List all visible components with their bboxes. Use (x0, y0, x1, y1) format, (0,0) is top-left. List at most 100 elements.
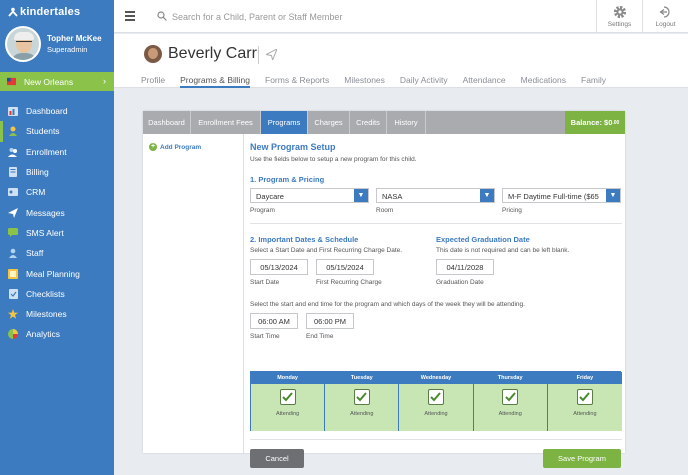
divider (258, 46, 259, 64)
day-wednesday[interactable]: Wednesday Attending (399, 372, 474, 431)
kindertales-logo-icon (8, 7, 18, 17)
settings-label: Settings (607, 21, 632, 28)
section-divider (250, 439, 622, 440)
sidebar-item-analytics[interactable]: Analytics (0, 324, 114, 344)
settings-button[interactable]: Settings (596, 0, 642, 33)
add-program-label: Add Program (160, 143, 202, 151)
room-select[interactable]: NASA ▼ (376, 188, 495, 203)
graduation-title: Expected Graduation Date (436, 235, 530, 244)
sidebar-item-meal-planning[interactable]: Meal Planning (0, 263, 114, 283)
day-status: Attending (498, 411, 522, 417)
sidebar-item-billing[interactable]: Billing (0, 162, 114, 182)
program-value: Daycare (256, 192, 284, 201)
logout-button[interactable]: Logout (642, 0, 688, 33)
search-input[interactable] (172, 9, 472, 24)
profile-header: Beverly Carr Profile Programs & Billing … (114, 34, 688, 88)
sidebar-item-dashboard[interactable]: Dashboard (0, 101, 114, 121)
day-monday[interactable]: Monday Attending (251, 372, 326, 431)
form-title: New Program Setup (250, 142, 336, 152)
balance-label: Balance: $0 (570, 118, 613, 127)
panel-tab-programs[interactable]: Programs (261, 111, 308, 134)
cancel-button[interactable]: Cancel (250, 449, 304, 468)
end-time-label: End Time (306, 333, 334, 340)
logout-label: Logout (655, 21, 676, 28)
add-program-button[interactable]: + Add Program (149, 143, 201, 151)
tab-forms-reports[interactable]: Forms & Reports (265, 75, 329, 88)
billing-icon (8, 167, 18, 178)
first-charge-field[interactable]: 05/15/2024 (316, 259, 374, 275)
graduation-date-field[interactable]: 04/11/2028 (436, 259, 494, 275)
pricing-select[interactable]: M-F Daytime Full-time ($65 ▼ (502, 188, 621, 203)
chevron-down-icon: ▼ (480, 189, 494, 202)
brand-logo[interactable]: kindertales (0, 0, 114, 24)
messages-icon (8, 207, 18, 218)
time-hint: Select the start and end time for the pr… (250, 301, 525, 308)
checkbox-checked-icon[interactable] (279, 389, 296, 405)
search-icon (157, 11, 167, 21)
sidebar-nav: Dashboard Students Enrollment Billing CR… (0, 101, 114, 345)
sidebar-item-sms-alert[interactable]: SMS Alert (0, 223, 114, 243)
day-thursday[interactable]: Thursday Attending (473, 372, 548, 431)
day-status: Attending (424, 411, 448, 417)
user-profile[interactable]: Topher McKee Superadmin (0, 24, 114, 68)
panel-tab-charges[interactable]: Charges (308, 111, 350, 134)
tab-attendance[interactable]: Attendance (463, 75, 506, 88)
graduation-date-label: Graduation Date (436, 279, 484, 286)
dashboard-icon (8, 106, 18, 116)
section-dates-schedule: 2. Important Dates & Schedule (250, 235, 359, 244)
sidebar-item-messages[interactable]: Messages (0, 202, 114, 222)
sidebar-item-crm[interactable]: CRM (0, 182, 114, 202)
tab-programs-billing[interactable]: Programs & Billing (180, 75, 251, 88)
child-name: Beverly Carr (168, 45, 257, 62)
checkbox-checked-icon[interactable] (427, 389, 444, 405)
checkbox-checked-icon[interactable] (502, 389, 519, 405)
tab-medications[interactable]: Medications (521, 75, 566, 88)
avatar (5, 26, 41, 62)
tab-daily-activity[interactable]: Daily Activity (400, 75, 448, 88)
panel-tab-dashboard[interactable]: Dashboard (143, 111, 191, 134)
sidebar-item-label: Meal Planning (26, 268, 80, 279)
checkbox-checked-icon[interactable] (576, 389, 593, 405)
tab-milestones[interactable]: Milestones (344, 75, 385, 88)
panel-tab-enrollment-fees[interactable]: Enrollment Fees (191, 111, 261, 134)
start-time-field[interactable]: 06:00 AM (250, 313, 298, 329)
sidebar-item-milestones[interactable]: Milestones (0, 304, 114, 324)
day-tuesday[interactable]: Tuesday Attending (325, 372, 400, 431)
panel-tab-history[interactable]: History (387, 111, 426, 134)
logout-icon (658, 6, 670, 18)
profile-tabs: Profile Programs & Billing Forms & Repor… (141, 75, 621, 88)
sidebar-item-label: Checklists (26, 288, 65, 299)
chevron-right-icon: › (103, 76, 106, 86)
tab-profile[interactable]: Profile (141, 75, 165, 88)
sidebar-item-enrollment[interactable]: Enrollment (0, 142, 114, 162)
day-name: Monday (251, 372, 325, 384)
location-selector[interactable]: New Orleans › (0, 72, 114, 91)
menu-icon[interactable] (125, 11, 135, 21)
room-value: NASA (382, 192, 403, 201)
weekday-grid: Monday Attending Tuesday Attending Wedne… (250, 371, 622, 431)
sidebar-item-students[interactable]: Students (0, 121, 114, 142)
panel-tab-credits[interactable]: Credits (350, 111, 387, 134)
checklist-icon (8, 288, 18, 299)
child-avatar (144, 45, 162, 63)
sidebar-item-checklists[interactable]: Checklists (0, 284, 114, 304)
balance-badge: Balance: $0.00 (565, 111, 625, 134)
gear-icon (613, 5, 626, 19)
pricing-value: M-F Daytime Full-time ($65 (508, 192, 599, 201)
program-panel: Dashboard Enrollment Fees Programs Charg… (143, 111, 625, 468)
start-date-field[interactable]: 05/13/2024 (250, 259, 308, 275)
day-name: Tuesday (325, 372, 399, 384)
panel-tabs: Dashboard Enrollment Fees Programs Charg… (143, 111, 625, 134)
sidebar-item-staff[interactable]: Staff (0, 243, 114, 263)
chevron-down-icon: ▼ (606, 189, 620, 202)
program-select[interactable]: Daycare ▼ (250, 188, 369, 203)
checkbox-checked-icon[interactable] (353, 389, 370, 405)
send-message-icon[interactable] (266, 49, 277, 60)
end-time-field[interactable]: 06:00 PM (306, 313, 354, 329)
tab-family[interactable]: Family (581, 75, 606, 88)
dates-hint: Select a Start Date and First Recurring … (250, 247, 403, 254)
save-program-button[interactable]: Save Program (543, 449, 621, 468)
day-friday[interactable]: Friday Attending (547, 372, 622, 431)
day-name: Wednesday (399, 372, 473, 384)
meal-icon (8, 268, 18, 279)
